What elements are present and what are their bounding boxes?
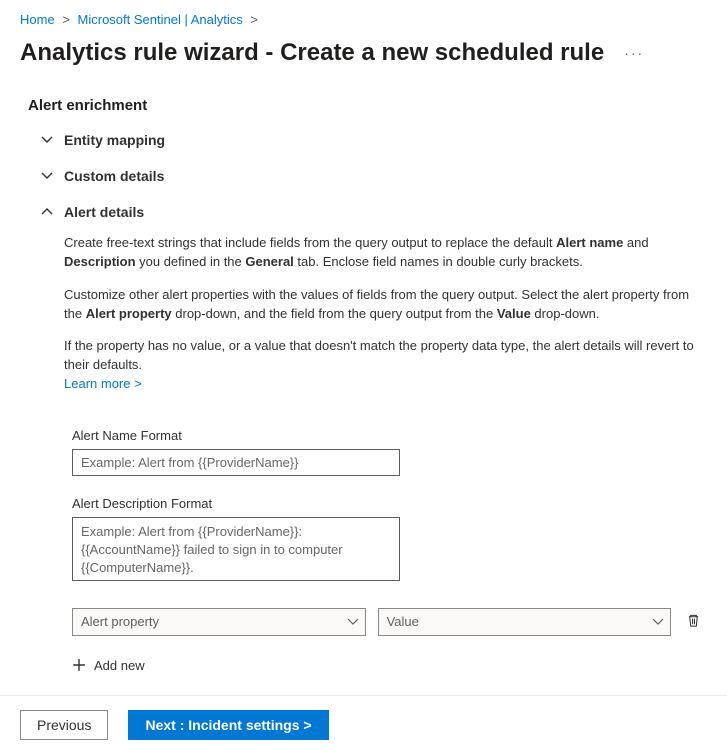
alert-details-body: Create free-text strings that include fi… — [0, 230, 727, 418]
details-paragraph-2: Customize other alert properties with th… — [64, 286, 703, 324]
text-strong: Value — [497, 306, 531, 321]
accordion-label: Custom details — [64, 168, 164, 184]
text-strong: Alert property — [86, 306, 172, 321]
accordion-alert-details[interactable]: Alert details — [0, 194, 727, 230]
accordion-label: Entity mapping — [64, 132, 165, 148]
text: Create free-text strings that include fi… — [64, 235, 556, 250]
details-paragraph-3: If the property has no value, or a value… — [64, 338, 694, 372]
page-title: Analytics rule wizard - Create a new sch… — [20, 39, 604, 67]
alert-desc-format-input[interactable] — [72, 517, 400, 581]
breadcrumb-home[interactable]: Home — [20, 12, 55, 27]
page-title-row: Analytics rule wizard - Create a new sch… — [0, 35, 727, 79]
chevron-down-icon — [40, 169, 54, 183]
text: and — [623, 235, 648, 250]
text: drop-down, and the field from the query … — [172, 306, 497, 321]
text-strong: Alert name — [556, 235, 623, 250]
chevron-down-icon — [347, 616, 359, 628]
add-new-button[interactable]: Add new — [0, 644, 727, 695]
accordion-label: Alert details — [64, 204, 144, 220]
previous-button[interactable]: Previous — [20, 710, 108, 740]
alert-value-select[interactable]: Value — [378, 608, 672, 636]
next-button[interactable]: Next : Incident settings > — [128, 710, 328, 740]
chevron-down-icon — [40, 133, 54, 147]
breadcrumb-sep: > — [62, 12, 70, 27]
select-placeholder: Alert property — [81, 614, 159, 629]
text-strong: Description — [64, 254, 136, 269]
text-strong: General — [245, 254, 293, 269]
section-alert-enrichment: Alert enrichment — [0, 79, 727, 122]
alert-property-select[interactable]: Alert property — [72, 608, 366, 636]
alert-name-format-block: Alert Name Format — [0, 418, 727, 480]
delete-row-button[interactable] — [683, 612, 703, 632]
alert-name-format-label: Alert Name Format — [72, 428, 703, 443]
text: tab. Enclose field names in double curly… — [294, 254, 583, 269]
select-placeholder: Value — [387, 614, 419, 629]
details-paragraph-1: Create free-text strings that include fi… — [64, 234, 703, 272]
accordion-entity-mapping[interactable]: Entity mapping — [0, 122, 727, 158]
alert-desc-format-block: Alert Description Format — [0, 480, 727, 588]
alert-desc-format-label: Alert Description Format — [72, 496, 703, 511]
trash-icon — [686, 613, 701, 631]
breadcrumb-sep: > — [250, 12, 258, 27]
wizard-footer: Previous Next : Incident settings > — [0, 695, 727, 754]
breadcrumb-sentinel[interactable]: Microsoft Sentinel | Analytics — [78, 12, 243, 27]
accordion-custom-details[interactable]: Custom details — [0, 158, 727, 194]
alert-property-row: Alert property Value — [0, 588, 727, 644]
text: you defined in the — [136, 254, 246, 269]
chevron-up-icon — [40, 205, 54, 219]
more-actions-icon[interactable]: ··· — [624, 45, 644, 61]
breadcrumb: Home > Microsoft Sentinel | Analytics > — [0, 0, 727, 35]
add-new-label: Add new — [94, 658, 145, 673]
chevron-down-icon — [652, 616, 664, 628]
plus-icon — [72, 658, 86, 672]
alert-name-format-input[interactable] — [72, 449, 400, 476]
learn-more-link[interactable]: Learn more > — [64, 376, 142, 391]
text: drop-down. — [531, 306, 600, 321]
